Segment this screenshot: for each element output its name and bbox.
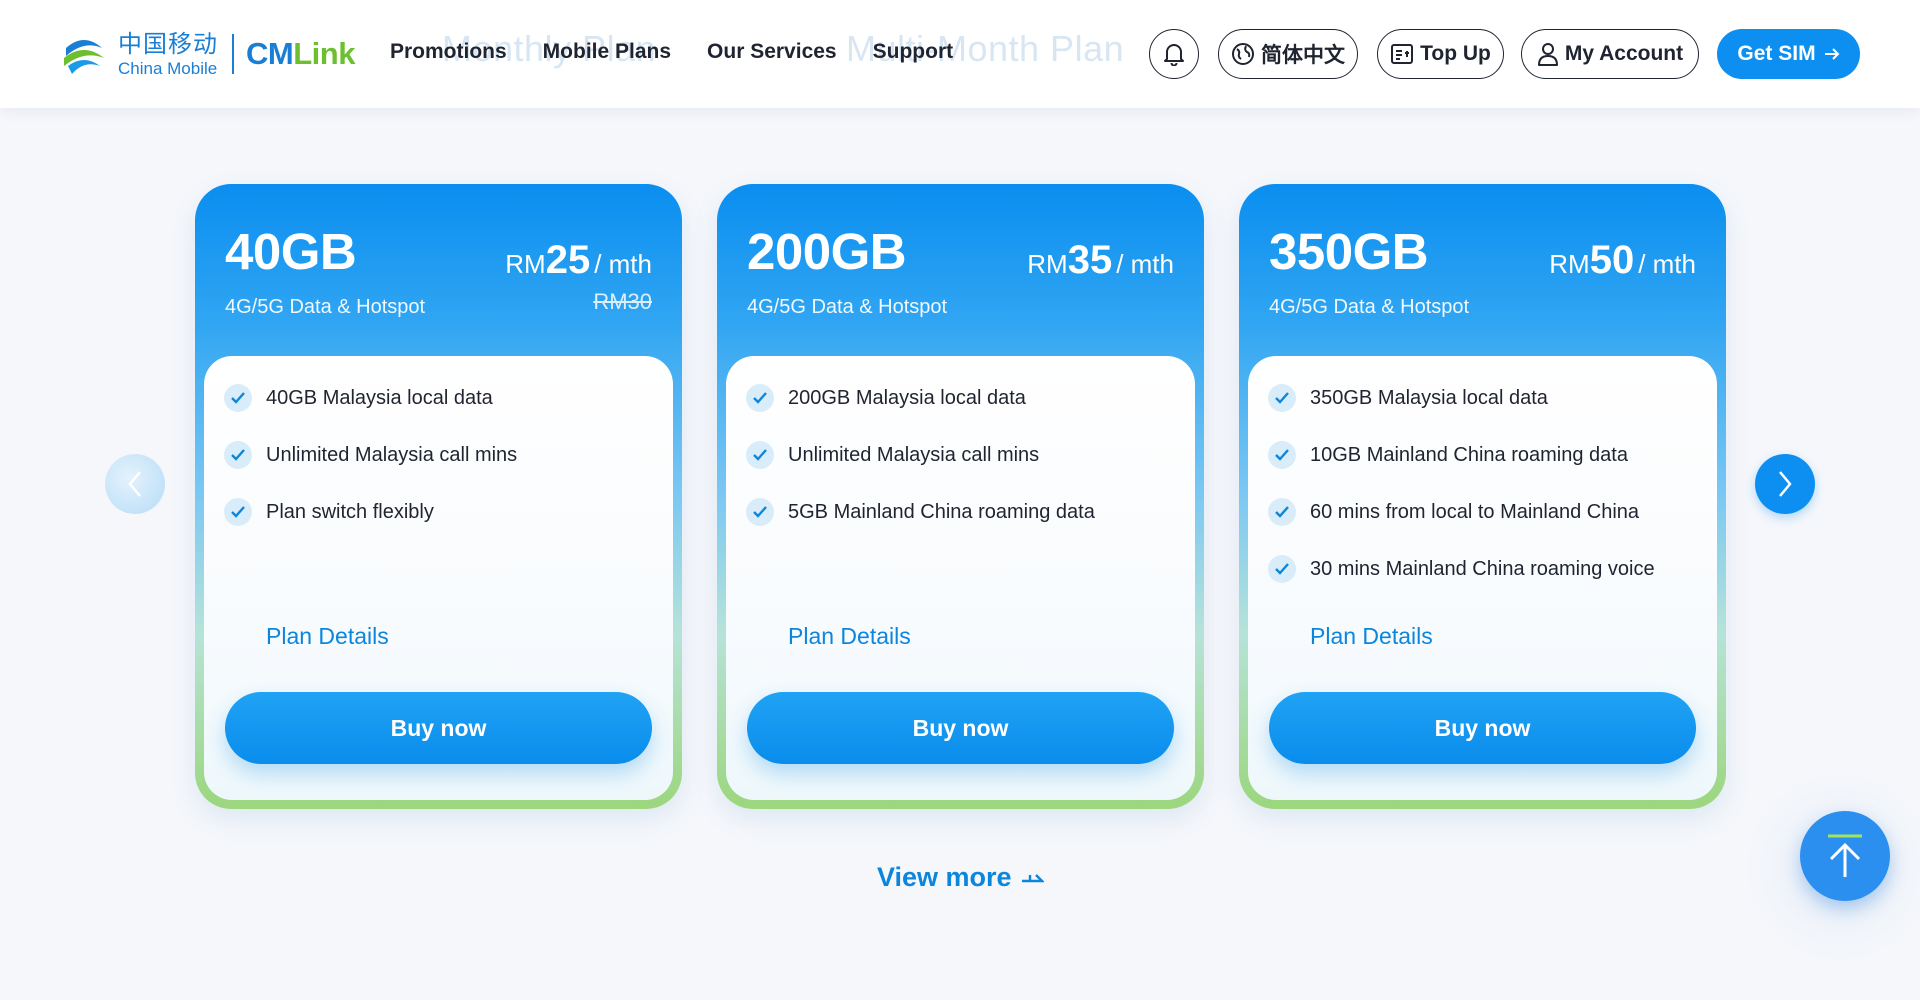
check-icon: [746, 498, 774, 526]
cmlink-cm: CM: [246, 36, 294, 71]
plan-old-price: RM30: [593, 289, 652, 314]
main-nav: Promotions Mobile Plans Our Services Sup…: [390, 40, 953, 64]
arrow-right-icon: [1021, 873, 1044, 882]
feature-item: 40GB Malaysia local data: [224, 384, 663, 412]
arrow-right-icon: [1824, 48, 1840, 60]
feature-item: 60 mins from local to Mainland China: [1268, 498, 1707, 526]
plan-price: RM 25 / mth: [505, 238, 652, 283]
check-icon: [224, 498, 252, 526]
feature-text: 5GB Mainland China roaming data: [788, 500, 1095, 523]
plan-currency: RM: [505, 249, 546, 279]
feature-item: Unlimited Malaysia call mins: [224, 441, 663, 469]
check-icon: [746, 384, 774, 412]
plan-card-body: 350GB Malaysia local data 10GB Mainland …: [1248, 356, 1717, 800]
plan-card: 40GB 4G/5G Data & Hotspot RM 25 / mth RM…: [195, 184, 682, 809]
check-icon: [746, 441, 774, 469]
get-sim-button[interactable]: Get SIM: [1717, 29, 1860, 79]
feature-item: 10GB Mainland China roaming data: [1268, 441, 1707, 469]
feature-text: 40GB Malaysia local data: [266, 386, 493, 409]
cmlink-wordmark: CMLink: [246, 36, 355, 72]
plan-price-period: / mth: [1116, 249, 1174, 279]
nav-promotions[interactable]: Promotions: [390, 40, 507, 64]
get-sim-label: Get SIM: [1737, 42, 1816, 65]
arrow-up-icon: [1828, 834, 1862, 877]
plan-price: RM 50 / mth: [1549, 238, 1696, 283]
plan-price-period: / mth: [594, 249, 652, 279]
feature-item: Unlimited Malaysia call mins: [746, 441, 1185, 469]
nav-mobile-plans[interactable]: Mobile Plans: [543, 40, 671, 64]
my-account-button[interactable]: My Account: [1521, 29, 1699, 79]
cmlink-link: Link: [293, 36, 355, 71]
feature-text: 350GB Malaysia local data: [1310, 386, 1548, 409]
feature-text: 200GB Malaysia local data: [788, 386, 1026, 409]
chevron-left-icon: [128, 471, 141, 497]
plan-card: 350GB 4G/5G Data & Hotspot RM 50 / mth 3…: [1239, 184, 1726, 809]
check-icon: [1268, 384, 1296, 412]
check-icon: [1268, 555, 1296, 583]
feature-text: Unlimited Malaysia call mins: [266, 443, 518, 466]
china-mobile-cmlink-logo[interactable]: 中国移动 China Mobile CMLink: [58, 26, 355, 82]
plan-subtitle: 4G/5G Data & Hotspot: [747, 296, 948, 318]
plan-features: 40GB Malaysia local data Unlimited Malay…: [224, 384, 663, 555]
view-more-label: View more: [877, 862, 1012, 892]
logo-divider: [232, 34, 234, 74]
carousel-next-button[interactable]: [1755, 454, 1815, 514]
feature-item: 200GB Malaysia local data: [746, 384, 1185, 412]
language-button[interactable]: 简体中文: [1218, 29, 1358, 79]
plan-details-link[interactable]: Plan Details: [788, 623, 911, 650]
user-icon: [1537, 43, 1558, 66]
buy-now-button[interactable]: Buy now: [747, 692, 1174, 764]
view-more-link[interactable]: View more: [877, 862, 1044, 893]
nav-support[interactable]: Support: [873, 40, 953, 64]
feature-item: 350GB Malaysia local data: [1268, 384, 1707, 412]
plan-card-body: 40GB Malaysia local data Unlimited Malay…: [204, 356, 673, 800]
back-to-top-button[interactable]: [1800, 811, 1890, 901]
plan-currency: RM: [1027, 249, 1068, 279]
top-up-card-icon: [1391, 44, 1414, 64]
carousel-prev-button[interactable]: [105, 454, 165, 514]
feature-item: 30 mins Mainland China roaming voice: [1268, 555, 1707, 583]
plan-price-amount: 25: [545, 238, 591, 282]
plan-details-link[interactable]: Plan Details: [266, 623, 389, 650]
plan-price-amount: 50: [1589, 238, 1635, 282]
plan-price-amount: 35: [1067, 238, 1113, 282]
feature-text: 60 mins from local to Mainland China: [1310, 500, 1640, 523]
globe-icon: [1232, 43, 1254, 65]
chevron-right-icon: [1779, 471, 1792, 497]
china-mobile-logo-icon: [64, 40, 104, 74]
check-icon: [1268, 498, 1296, 526]
my-account-label: My Account: [1564, 42, 1684, 65]
feature-text: Unlimited Malaysia call mins: [788, 443, 1040, 466]
site-header: 中国移动 China Mobile CMLink Monthly Plan Mu…: [0, 0, 1920, 108]
logo-english-text: China Mobile: [118, 58, 218, 78]
plan-price: RM 35 / mth: [1027, 238, 1174, 283]
notifications-button[interactable]: [1149, 29, 1199, 79]
top-up-button[interactable]: Top Up: [1377, 29, 1504, 79]
language-label: 简体中文: [1261, 43, 1345, 67]
feature-item: 5GB Mainland China roaming data: [746, 498, 1185, 526]
feature-text: 30 mins Mainland China roaming voice: [1310, 557, 1655, 580]
top-up-label: Top Up: [1420, 42, 1491, 65]
plan-price-period: / mth: [1638, 249, 1696, 279]
nav-our-services[interactable]: Our Services: [707, 40, 837, 64]
plan-features: 350GB Malaysia local data 10GB Mainland …: [1268, 384, 1707, 612]
check-icon: [224, 441, 252, 469]
plan-details-link[interactable]: Plan Details: [1310, 623, 1433, 650]
feature-text: Plan switch flexibly: [266, 500, 434, 523]
plan-subtitle: 4G/5G Data & Hotspot: [1269, 296, 1470, 318]
check-icon: [224, 384, 252, 412]
feature-item: Plan switch flexibly: [224, 498, 663, 526]
buy-now-button[interactable]: Buy now: [225, 692, 652, 764]
bell-icon: [1164, 44, 1184, 66]
feature-text: 10GB Mainland China roaming data: [1310, 443, 1628, 466]
plan-features: 200GB Malaysia local data Unlimited Mala…: [746, 384, 1185, 555]
check-icon: [1268, 441, 1296, 469]
plan-card: 200GB 4G/5G Data & Hotspot RM 35 / mth 2…: [717, 184, 1204, 809]
plan-currency: RM: [1549, 249, 1590, 279]
plan-card-body: 200GB Malaysia local data Unlimited Mala…: [726, 356, 1195, 800]
plan-subtitle: 4G/5G Data & Hotspot: [225, 296, 426, 318]
buy-now-button[interactable]: Buy now: [1269, 692, 1696, 764]
logo-chinese-text: 中国移动: [118, 29, 218, 58]
